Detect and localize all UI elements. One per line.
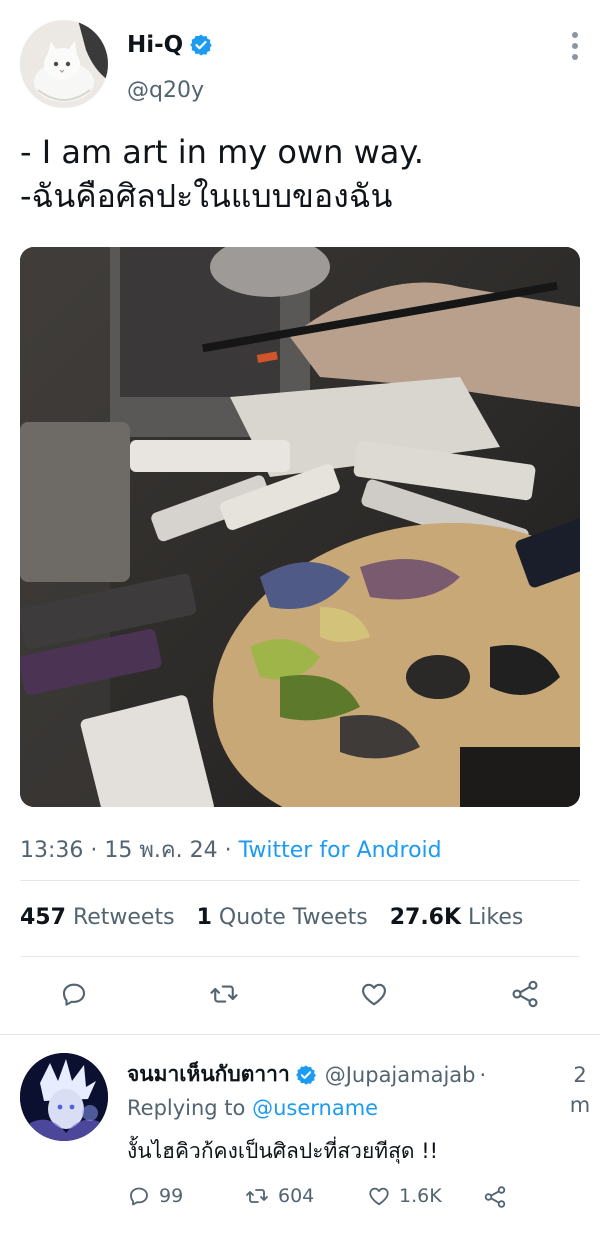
tweet-text: - I am art in my own way. -ฉันคือศิลปะใน… — [20, 130, 580, 218]
author-name-row[interactable]: Hi-Q — [127, 32, 213, 58]
share-icon[interactable] — [503, 972, 547, 1016]
verified-badge-icon — [190, 34, 213, 56]
reply-icon — [130, 1187, 148, 1206]
cat-avatar-icon — [20, 20, 108, 108]
reply-separator: · — [479, 1062, 487, 1087]
reply-retweet-button[interactable]: 604 — [244, 1184, 314, 1208]
tweet-date[interactable]: 15 พ.ค. 24 — [104, 838, 217, 863]
reply-avatar[interactable] — [20, 1053, 108, 1141]
tweet-meta: 13:36 · 15 พ.ค. 24 · Twitter for Android — [20, 832, 442, 867]
more-options-icon[interactable] — [560, 30, 590, 62]
retweets-label[interactable]: Retweets — [73, 905, 175, 930]
reply-retweets-count: 604 — [278, 1185, 315, 1207]
verified-badge-icon — [295, 1064, 316, 1085]
tweet-source-link[interactable]: Twitter for Android — [239, 838, 442, 863]
divider — [20, 880, 580, 881]
retweet-icon[interactable] — [202, 972, 246, 1016]
replying-to-mention[interactable]: @username — [252, 1096, 378, 1120]
quotes-label[interactable]: Quote Tweets — [219, 905, 368, 930]
author-avatar[interactable] — [20, 20, 108, 108]
tweet-time[interactable]: 13:36 — [20, 838, 83, 863]
reply-likes-count: 1.6K — [399, 1185, 442, 1207]
tweet-text-line-2: -ฉันคือศิลปะในแบบของฉัน — [20, 177, 393, 215]
likes-label[interactable]: Likes — [468, 905, 523, 930]
reply-handle[interactable]: @Jupajamajab — [325, 1063, 476, 1087]
retweet-icon — [246, 1189, 268, 1203]
replying-to-line: Replying to @username — [127, 1096, 378, 1120]
reply-header: จนมาเห็นกับตาาา @Jupajamajab · — [127, 1058, 486, 1091]
author-handle[interactable]: @q20y — [127, 78, 204, 103]
like-icon[interactable] — [352, 972, 396, 1016]
reply-like-button[interactable]: 1.6K — [367, 1184, 442, 1208]
likes-count[interactable]: 27.6K — [390, 905, 461, 930]
like-icon — [369, 1187, 389, 1206]
tweet-media-photo[interactable] — [20, 247, 580, 807]
painting-palette-photo — [20, 247, 580, 807]
share-icon — [484, 1186, 506, 1208]
reply-display-name[interactable]: จนมาเห็นกับตาาา — [127, 1058, 290, 1091]
quotes-count[interactable]: 1 — [197, 905, 212, 930]
reply-share-button[interactable] — [482, 1184, 516, 1210]
thread-separator — [0, 1034, 600, 1035]
tweet-text-line-1: - I am art in my own way. — [20, 133, 424, 171]
meta-separator: · — [224, 838, 239, 863]
tweet-stats: 457 Retweets 1 Quote Tweets 27.6K Likes — [20, 905, 545, 930]
tweet-actions — [0, 972, 600, 1016]
reply-reply-button[interactable]: 99 — [127, 1184, 183, 1208]
anime-avatar-icon — [20, 1053, 108, 1141]
reply-time[interactable]: 2m — [566, 1060, 594, 1120]
meta-separator: · — [90, 838, 105, 863]
reply-text: งั้นไฮคิวก้คงเป็นศิลปะที่สวยทีสุด !! — [127, 1139, 439, 1163]
retweets-count[interactable]: 457 — [20, 905, 66, 930]
divider — [20, 956, 580, 957]
author-display-name[interactable]: Hi-Q — [127, 32, 183, 58]
reply-actions: 99 604 1.6K — [127, 1184, 527, 1214]
reply-replies-count: 99 — [159, 1185, 184, 1207]
replying-to-label: Replying to — [127, 1096, 246, 1120]
reply-icon[interactable] — [52, 972, 96, 1016]
